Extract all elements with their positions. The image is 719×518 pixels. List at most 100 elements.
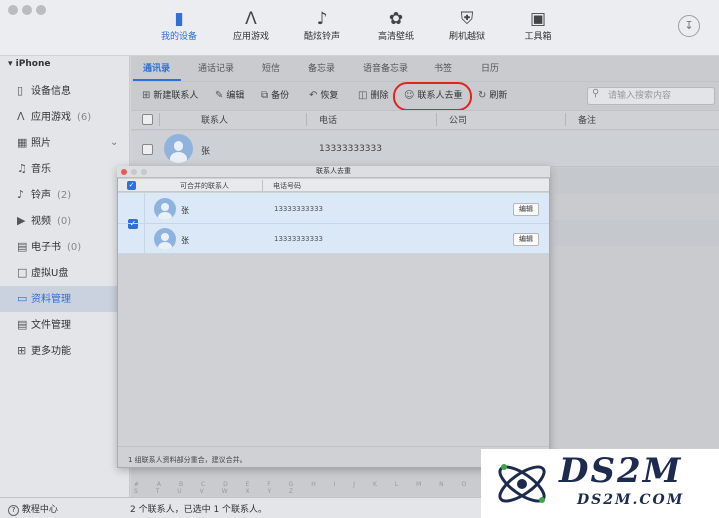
sidebar-item-apps[interactable]: Λ 应用游戏 (6)	[0, 104, 130, 130]
flower-icon: ✿	[388, 9, 404, 29]
help-icon: ?	[8, 505, 19, 516]
sidebar-item-photos[interactable]: ▦ 照片 ⌄	[0, 130, 130, 156]
nav-jailbreak[interactable]: ⛨ 刷机越狱	[432, 9, 502, 42]
app-store-icon: Λ	[245, 9, 257, 29]
column-header-phone[interactable]: 电话	[319, 113, 337, 126]
watermark-url: DS2M.COM	[577, 492, 685, 508]
refresh-button[interactable]: ↻ 刷新	[478, 88, 507, 104]
grid-icon: ⊞	[17, 344, 27, 357]
edit-button[interactable]: ✎ 编辑	[215, 88, 244, 104]
sidebar-item-music[interactable]: ♫ 音乐	[0, 156, 130, 182]
tab-call-log[interactable]: 通话记录	[198, 61, 234, 81]
tab-voice-memos[interactable]: 语音备忘录	[363, 61, 408, 81]
dialog-zoom-button[interactable]	[141, 169, 147, 175]
dialog-contact-phone: 13333333333	[274, 205, 323, 213]
column-header-notes[interactable]: 备注	[578, 113, 596, 126]
column-divider	[565, 113, 566, 126]
tab-notes[interactable]: 备忘录	[308, 61, 335, 81]
column-divider	[159, 113, 160, 126]
tab-contacts[interactable]: 通讯录	[143, 61, 170, 81]
dialog-select-all-checkbox[interactable]: ✓	[127, 181, 136, 190]
dialog-column-phone: 电话号码	[273, 182, 301, 190]
column-header-contact[interactable]: 联系人	[201, 113, 228, 126]
status-text: 2 个联系人，已选中 1 个联系人。	[130, 505, 268, 515]
title-bar	[0, 0, 719, 56]
window-close-button[interactable]	[8, 5, 18, 15]
trash-icon: ◫	[358, 90, 368, 101]
plus-box-icon: ⊞	[142, 90, 151, 101]
music-note-icon: ♪	[316, 9, 328, 29]
toolbox-icon: ▣	[529, 9, 547, 29]
table-row[interactable]	[131, 131, 719, 167]
column-divider	[436, 113, 437, 126]
edit-button[interactable]: 编辑	[513, 233, 539, 246]
nav-ringtones[interactable]: ♪ 酷炫铃声	[287, 9, 357, 42]
sidebar-item-virtual-usb[interactable]: □ 虚拟U盘	[0, 260, 130, 286]
watermark-brand: DS2M	[559, 451, 683, 491]
phone-icon: ▯	[17, 84, 24, 97]
video-icon: ▶	[17, 214, 26, 227]
avatar	[154, 228, 176, 250]
column-divider	[306, 113, 307, 126]
dialog-close-button[interactable]	[121, 169, 127, 175]
dialog-title: 联系人去重	[117, 166, 550, 178]
folder-icon: ▭	[17, 292, 28, 305]
highlight-annotation	[393, 82, 472, 111]
nav-my-device[interactable]: ▮ 我的设备	[144, 9, 214, 42]
new-contact-button[interactable]: ⊞ 新建联系人	[142, 88, 198, 104]
tab-sms[interactable]: 短信	[262, 61, 280, 81]
tab-bookmarks[interactable]: 书签	[434, 61, 452, 81]
sidebar-item-data-management[interactable]: ▭ 资料管理	[0, 286, 130, 312]
row-checkbox[interactable]	[142, 144, 153, 155]
undo-icon: ↶	[309, 90, 318, 101]
window-minimize-button[interactable]	[22, 5, 32, 15]
delete-button[interactable]: ◫ 删除	[358, 88, 388, 104]
avatar	[164, 134, 193, 163]
search-input[interactable]: 请输入搜索内容	[587, 87, 715, 105]
disclosure-triangle-icon: ▾	[8, 59, 13, 69]
sidebar-item-ringtones[interactable]: ♪ 铃声 (2)	[0, 182, 130, 208]
music-note-icon: ♪	[17, 188, 25, 201]
table-row-empty	[554, 220, 719, 246]
atom-logo-icon	[498, 464, 546, 503]
sidebar-item-videos[interactable]: ▶ 视频 (0)	[0, 208, 130, 234]
sidebar-device[interactable]: ▾ iPhone	[8, 59, 50, 69]
copy-icon: ⧉	[261, 90, 269, 101]
dialog-contact-name: 张	[181, 236, 189, 245]
sidebar-item-device-info[interactable]: ▯ 设备信息	[0, 78, 130, 104]
watermark: DS2M DS2M.COM	[481, 449, 719, 518]
nav-toolbox[interactable]: ▣ 工具箱	[503, 9, 573, 42]
tab-underline	[133, 79, 181, 81]
table-row-empty	[554, 168, 719, 194]
avatar	[154, 198, 176, 220]
shield-icon: ⛨	[460, 9, 474, 29]
select-all-checkbox[interactable]	[142, 114, 153, 125]
dialog-contact-phone: 13333333333	[274, 235, 323, 243]
dialog-minimize-button[interactable]	[131, 169, 137, 175]
column-header-company[interactable]: 公司	[449, 113, 467, 126]
nav-wallpapers[interactable]: ✿ 高清壁纸	[361, 9, 431, 42]
column-divider	[262, 180, 263, 191]
search-icon: ⚲	[592, 88, 600, 99]
tab-calendar[interactable]: 日历	[481, 61, 499, 81]
backup-button[interactable]: ⧉ 备份	[261, 88, 289, 104]
phone-icon: ▮	[174, 9, 184, 29]
usb-drive-icon: □	[17, 266, 28, 279]
dialog-contact-name: 张	[181, 206, 189, 215]
app-store-icon: Λ	[17, 110, 25, 123]
help-center-link[interactable]: ? 教程中心	[8, 502, 58, 516]
download-icon[interactable]: ↧	[678, 15, 700, 37]
sidebar-item-ebooks[interactable]: ▤ 电子书 (0)	[0, 234, 130, 260]
restore-button[interactable]: ↶ 恢复	[309, 88, 338, 104]
chevron-down-icon: ⌄	[110, 137, 119, 148]
window-zoom-button[interactable]	[36, 5, 46, 15]
music-icon: ♫	[17, 162, 27, 175]
edit-button[interactable]: 编辑	[513, 203, 539, 216]
sidebar-item-more[interactable]: ⊞ 更多功能	[0, 338, 130, 364]
contact-name: 张	[201, 147, 211, 157]
refresh-icon: ↻	[478, 90, 487, 101]
sidebar-item-file-management[interactable]: ▤ 文件管理	[0, 312, 130, 338]
contact-phone: 13333333333	[319, 144, 382, 154]
nav-apps-games[interactable]: Λ 应用游戏	[216, 9, 286, 42]
dialog-column-contacts: 可合并的联系人	[180, 182, 229, 190]
